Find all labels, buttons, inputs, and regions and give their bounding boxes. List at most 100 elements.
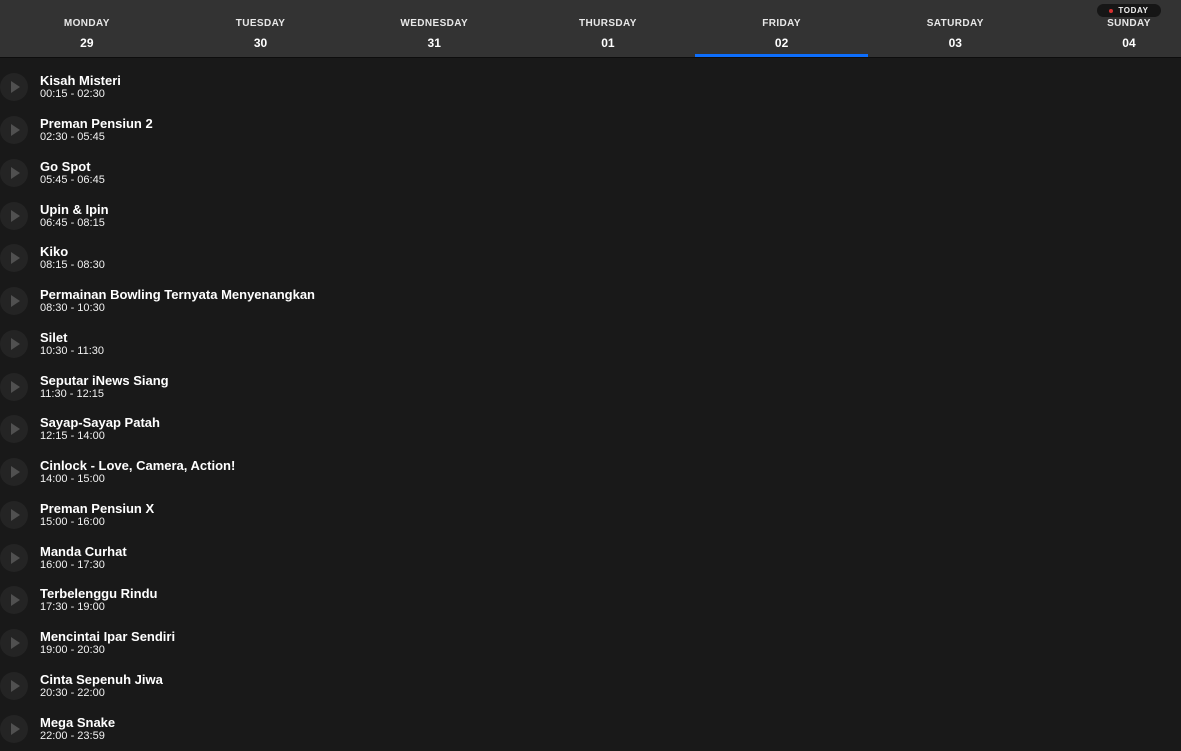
play-icon: [11, 124, 20, 136]
play-button[interactable]: [0, 202, 28, 230]
program-info: Silet 10:30 - 11:30: [40, 331, 104, 357]
day-tab[interactable]: SATURDAY 03: [868, 0, 1042, 57]
program-row[interactable]: Mega Snake 22:00 - 23:59: [0, 707, 1181, 750]
play-button[interactable]: [0, 629, 28, 657]
today-dot-icon: [1109, 9, 1113, 13]
program-row[interactable]: Sayap-Sayap Patah 12:15 - 14:00: [0, 408, 1181, 451]
play-icon: [11, 637, 20, 649]
program-title: Manda Curhat: [40, 545, 127, 558]
program-info: Sayap-Sayap Patah 12:15 - 14:00: [40, 416, 160, 442]
today-badge-label: TODAY: [1118, 6, 1148, 15]
day-date: 01: [601, 36, 614, 50]
program-title: Upin & Ipin: [40, 203, 109, 216]
program-time: 15:00 - 16:00: [40, 517, 154, 528]
program-time: 08:15 - 08:30: [40, 260, 105, 271]
program-row[interactable]: Cinta Sepenuh Jiwa 20:30 - 22:00: [0, 665, 1181, 708]
program-info: Cinlock - Love, Camera, Action! 14:00 - …: [40, 459, 235, 485]
program-time: 16:00 - 17:30: [40, 560, 127, 571]
program-title: Mega Snake: [40, 716, 115, 729]
play-button[interactable]: [0, 244, 28, 272]
program-time: 14:00 - 15:00: [40, 474, 235, 485]
play-button[interactable]: [0, 330, 28, 358]
program-title: Mencintai Ipar Sendiri: [40, 630, 175, 643]
program-time: 05:45 - 06:45: [40, 175, 105, 186]
program-row[interactable]: Preman Pensiun X 15:00 - 16:00: [0, 494, 1181, 537]
play-button[interactable]: [0, 73, 28, 101]
program-row[interactable]: Terbelenggu Rindu 17:30 - 19:00: [0, 579, 1181, 622]
play-button[interactable]: [0, 586, 28, 614]
play-button[interactable]: [0, 672, 28, 700]
play-button[interactable]: [0, 415, 28, 443]
play-icon: [11, 466, 20, 478]
play-button[interactable]: [0, 715, 28, 743]
day-tabs: MONDAY 29 TUESDAY 30 WEDNESDAY 31: [0, 0, 1181, 57]
program-schedule-list: Kisah Misteri 00:15 - 02:30 Preman Pensi…: [0, 58, 1181, 750]
program-title: Sayap-Sayap Patah: [40, 416, 160, 429]
today-badge: TODAY: [1097, 4, 1160, 17]
play-icon: [11, 210, 20, 222]
day-name: TUESDAY: [236, 18, 286, 29]
play-button[interactable]: [0, 458, 28, 486]
program-info: Preman Pensiun X 15:00 - 16:00: [40, 502, 154, 528]
program-title: Kisah Misteri: [40, 74, 121, 87]
play-button[interactable]: [0, 544, 28, 572]
program-title: Kiko: [40, 245, 105, 258]
program-row[interactable]: Mencintai Ipar Sendiri 19:00 - 20:30: [0, 622, 1181, 665]
play-button[interactable]: [0, 373, 28, 401]
program-time: 11:30 - 12:15: [40, 389, 169, 400]
program-time: 08:30 - 10:30: [40, 303, 315, 314]
program-title: Silet: [40, 331, 104, 344]
program-time: 02:30 - 05:45: [40, 132, 153, 143]
program-row[interactable]: Cinlock - Love, Camera, Action! 14:00 - …: [0, 451, 1181, 494]
program-row[interactable]: Kiko 08:15 - 08:30: [0, 237, 1181, 280]
program-row[interactable]: Preman Pensiun 2 02:30 - 05:45: [0, 109, 1181, 152]
program-title: Permainan Bowling Ternyata Menyenangkan: [40, 288, 315, 301]
program-row[interactable]: Go Spot 05:45 - 06:45: [0, 152, 1181, 195]
program-info: Permainan Bowling Ternyata Menyenangkan …: [40, 288, 315, 314]
program-row[interactable]: Kisah Misteri 00:15 - 02:30: [0, 66, 1181, 109]
program-info: Kiko 08:15 - 08:30: [40, 245, 105, 271]
play-icon: [11, 423, 20, 435]
play-icon: [11, 723, 20, 735]
day-name: MONDAY: [64, 18, 110, 29]
program-info: Cinta Sepenuh Jiwa 20:30 - 22:00: [40, 673, 163, 699]
program-time: 19:00 - 20:30: [40, 645, 175, 656]
program-row[interactable]: Upin & Ipin 06:45 - 08:15: [0, 194, 1181, 237]
day-date: 04: [1122, 36, 1135, 50]
day-name: SATURDAY: [927, 18, 984, 29]
play-icon: [11, 509, 20, 521]
day-date: 30: [254, 36, 267, 50]
program-row[interactable]: Silet 10:30 - 11:30: [0, 323, 1181, 366]
program-title: Cinlock - Love, Camera, Action!: [40, 459, 235, 472]
day-name: WEDNESDAY: [400, 18, 468, 29]
active-day-underline: [695, 54, 869, 57]
program-title: Seputar iNews Siang: [40, 374, 169, 387]
day-date: 31: [428, 36, 441, 50]
day-tab[interactable]: WEDNESDAY 31: [347, 0, 521, 57]
program-time: 20:30 - 22:00: [40, 688, 163, 699]
program-row[interactable]: Permainan Bowling Ternyata Menyenangkan …: [0, 280, 1181, 323]
play-button[interactable]: [0, 159, 28, 187]
play-icon: [11, 552, 20, 564]
play-button[interactable]: [0, 287, 28, 315]
program-info: Seputar iNews Siang 11:30 - 12:15: [40, 374, 169, 400]
play-icon: [11, 680, 20, 692]
day-tab[interactable]: THURSDAY 01: [521, 0, 695, 57]
play-button[interactable]: [0, 116, 28, 144]
program-info: Upin & Ipin 06:45 - 08:15: [40, 203, 109, 229]
day-name: FRIDAY: [762, 18, 801, 29]
program-row[interactable]: Seputar iNews Siang 11:30 - 12:15: [0, 365, 1181, 408]
day-name: SUNDAY: [1107, 18, 1151, 29]
day-tab[interactable]: TODAY SUNDAY 04: [1042, 0, 1181, 57]
play-icon: [11, 295, 20, 307]
program-info: Mencintai Ipar Sendiri 19:00 - 20:30: [40, 630, 175, 656]
today-badge-slot: TODAY: [1097, 4, 1160, 17]
day-tab[interactable]: MONDAY 29: [0, 0, 174, 57]
day-tab[interactable]: TUESDAY 30: [174, 0, 348, 57]
play-button[interactable]: [0, 501, 28, 529]
play-icon: [11, 167, 20, 179]
program-time: 10:30 - 11:30: [40, 346, 104, 357]
program-time: 22:00 - 23:59: [40, 731, 115, 742]
program-row[interactable]: Manda Curhat 16:00 - 17:30: [0, 536, 1181, 579]
day-tab[interactable]: FRIDAY 02: [695, 0, 869, 57]
